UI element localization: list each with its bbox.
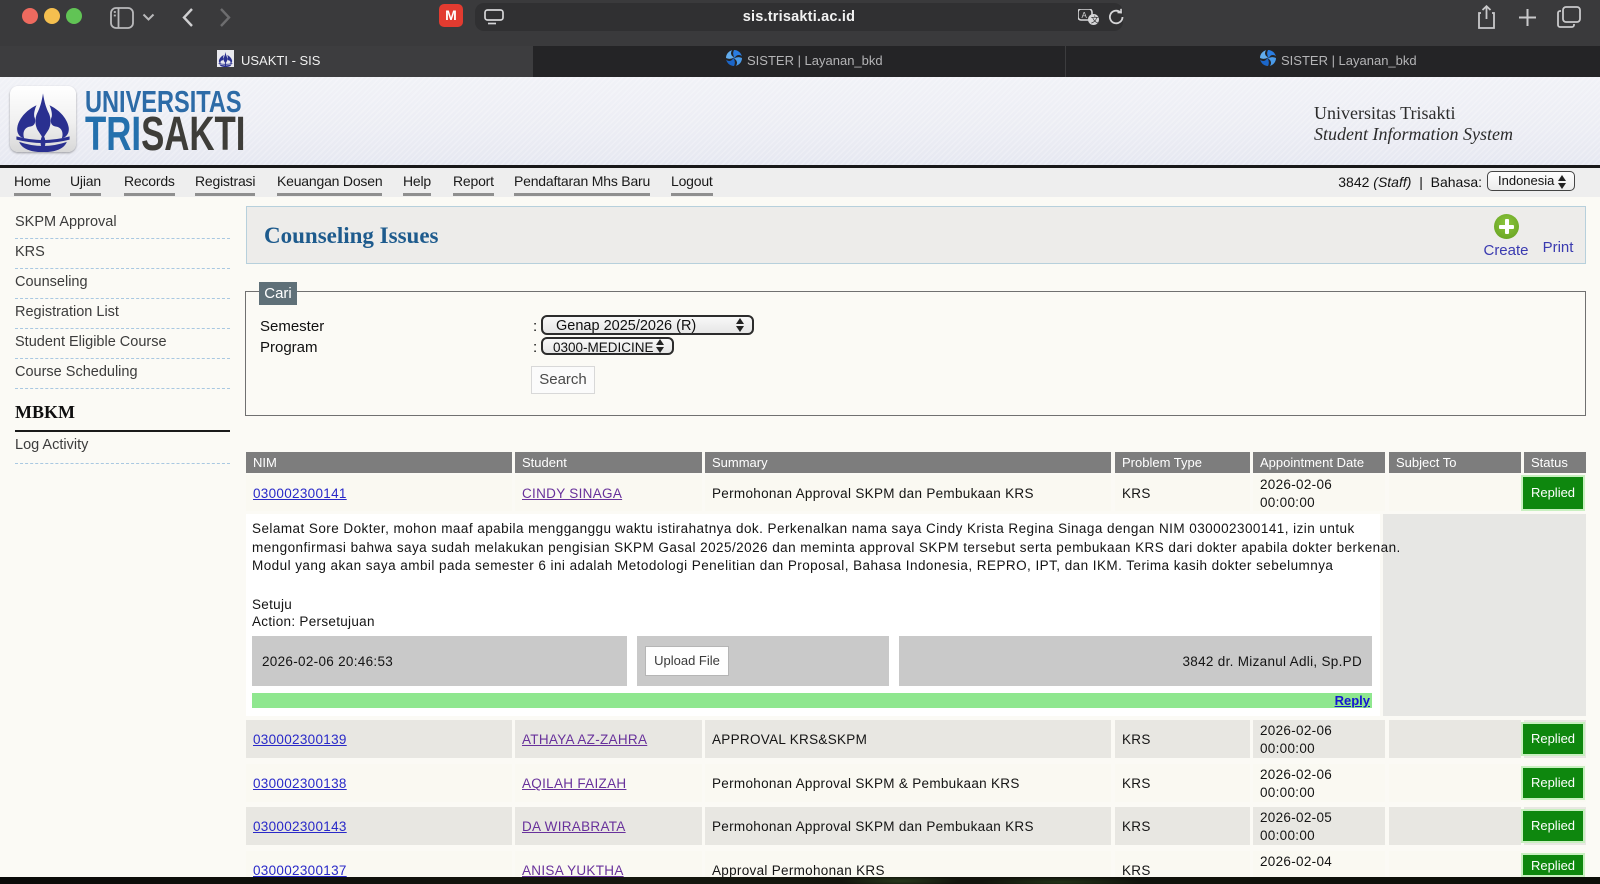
svg-text:A: A [1082,11,1088,20]
svg-text:文: 文 [1091,15,1099,25]
